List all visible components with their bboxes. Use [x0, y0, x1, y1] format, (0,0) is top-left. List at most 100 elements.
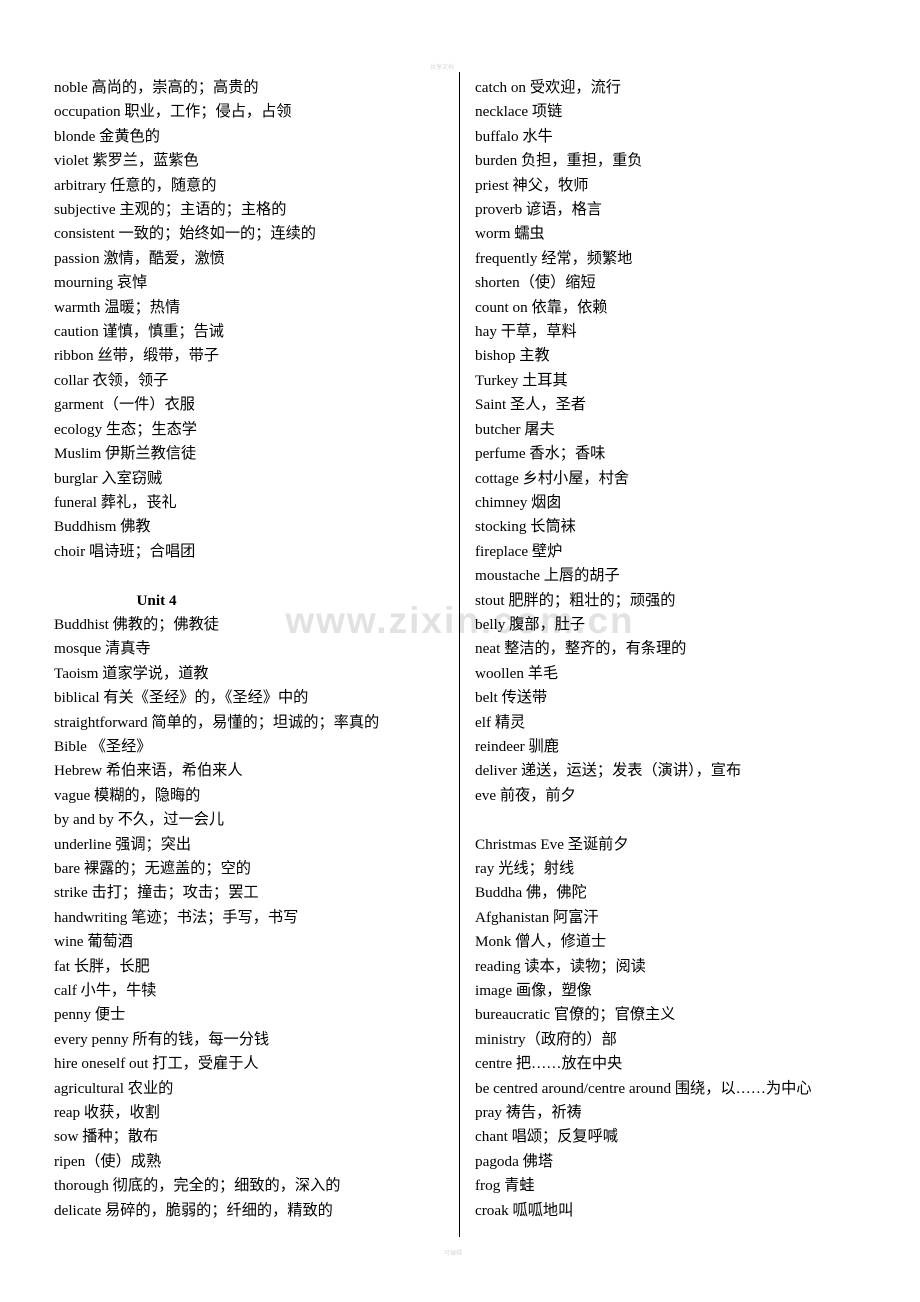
vocab-entry: calf 小牛，牛犊 — [54, 982, 157, 1000]
vocab-entry: be centred around/centre around 围绕，以……为中… — [475, 1079, 812, 1097]
vocab-entry: chimney 烟囱 — [475, 493, 562, 511]
vocab-entry: fireplace 壁炉 — [475, 542, 563, 560]
vocab-entry: count on 依靠，依赖 — [475, 298, 608, 316]
right-column: catch on 受欢迎，流行 necklace 项链 buffalo 水牛 b… — [475, 76, 915, 1223]
vocab-entry: garment（一件）衣服 — [54, 396, 195, 414]
unit-heading: Unit 4 — [136, 591, 177, 609]
vocab-entry: reap 收获，收割 — [54, 1104, 160, 1122]
vocab-entry: Muslim 伊斯兰教信徒 — [54, 445, 197, 463]
vocab-entry: shorten（使）缩短 — [475, 274, 596, 292]
vocab-entry: belly 腹部，肚子 — [475, 615, 586, 633]
vocab-entry: image 画像，塑像 — [475, 982, 592, 1000]
vocab-entry: wine 葡萄酒 — [54, 933, 133, 951]
vocab-entry: eve 前夜，前夕 — [475, 786, 576, 804]
vocab-entry: Buddhist 佛教的；佛教徒 — [54, 615, 219, 633]
vocab-entry: burden 负担，重担，重负 — [475, 152, 643, 170]
vocab-entry: fat 长胖，长肥 — [54, 957, 150, 975]
vocab-entry: subjective 主观的；主语的；主格的 — [54, 201, 287, 219]
vocab-entry: Hebrew 希伯来语，希伯来人 — [54, 762, 243, 780]
vocab-entry: funeral 葬礼，丧礼 — [54, 493, 177, 511]
vocab-entry: occupation 职业，工作；侵占，占领 — [54, 103, 292, 121]
vocab-entry: priest 神父，牧师 — [475, 176, 589, 194]
vocab-entry: deliver 递送，运送；发表（演讲），宣布 — [475, 762, 742, 780]
vocab-entry: pagoda 佛塔 — [475, 1152, 554, 1170]
vocab-entry: Turkey 土耳其 — [475, 371, 568, 389]
vocab-entry: hire oneself out 打工，受雇于人 — [54, 1055, 259, 1073]
watermark-top: 共享文档 — [430, 65, 455, 71]
vocab-entry: frequently 经常，频繁地 — [475, 249, 633, 267]
vocab-entry: stout 肥胖的；粗壮的；顽强的 — [475, 591, 676, 609]
left-column: noble 高尚的，崇高的；高贵的 occupation 职业，工作；侵占，占领… — [54, 76, 449, 1223]
vocab-entry: ecology 生态；生态学 — [54, 420, 197, 438]
vocab-entry: Taoism 道家学说，道教 — [54, 664, 209, 682]
vocab-entry: thorough 彻底的，完全的；细致的，深入的 — [54, 1177, 341, 1195]
watermark-bottom: 可编辑 — [444, 1251, 463, 1257]
vocab-entry: vague 模糊的，隐晦的 — [54, 786, 201, 804]
vocab-entry: butcher 屠夫 — [475, 420, 555, 438]
vocab-entry: reindeer 驯鹿 — [475, 737, 559, 755]
vocab-entry: ribbon 丝带，缎带，带子 — [54, 347, 219, 365]
vocab-entry: warmth 温暖；热情 — [54, 298, 181, 316]
vocab-entry: strike 击打；撞击；攻击；罢工 — [54, 884, 259, 902]
vocab-entry: Monk 僧人，修道士 — [475, 933, 607, 951]
vocab-entry: buffalo 水牛 — [475, 127, 553, 145]
vocab-entry: mosque 清真寺 — [54, 640, 151, 658]
vocab-entry: Bible 《圣经》 — [54, 737, 152, 755]
vocab-entry: Christmas Eve 圣诞前夕 — [475, 835, 629, 853]
vocab-entry: pray 祷告，祈祷 — [475, 1104, 582, 1122]
vocab-entry: handwriting 笔迹；书法；手写，书写 — [54, 908, 299, 926]
vocab-entry: Afghanistan 阿富汗 — [475, 908, 599, 926]
vocab-entry: straightforward 简单的，易懂的；坦诚的；率真的 — [54, 713, 380, 731]
vocab-entry: ministry（政府的）部 — [475, 1030, 617, 1048]
vocab-entry: perfume 香水；香味 — [475, 445, 606, 463]
vocab-entry: violet 紫罗兰，蓝紫色 — [54, 152, 199, 170]
vocab-entry: by and by 不久，过一会儿 — [54, 811, 225, 829]
vocab-entry: cottage 乡村小屋，村舍 — [475, 469, 629, 487]
vocab-entry: reading 读本，读物；阅读 — [475, 957, 646, 975]
vocab-entry: arbitrary 任意的，随意的 — [54, 176, 217, 194]
vocab-entry: proverb 谚语，格言 — [475, 201, 602, 219]
vocab-entry: woollen 羊毛 — [475, 664, 559, 682]
vocab-entry: necklace 项链 — [475, 103, 563, 121]
vocab-entry: catch on 受欢迎，流行 — [475, 79, 621, 96]
vocab-entry: moustache 上唇的胡子 — [475, 567, 620, 585]
vocab-entry: consistent 一致的；始终如一的；连续的 — [54, 225, 316, 243]
vocab-entry: choir 唱诗班；合唱团 — [54, 542, 196, 560]
vocab-entry: agricultural 农业的 — [54, 1079, 174, 1097]
vocab-entry: belt 传送带 — [475, 689, 548, 707]
vocab-entry: frog 青蛙 — [475, 1177, 535, 1195]
vocab-entry: collar 衣领，领子 — [54, 371, 169, 389]
vocab-entry: bare 裸露的；无遮盖的；空的 — [54, 859, 251, 877]
vocab-entry: hay 干草，草料 — [475, 323, 577, 341]
vocab-entry: stocking 长筒袜 — [475, 518, 576, 536]
vocab-entry: penny 便士 — [54, 1006, 126, 1024]
vocab-entry: Buddha 佛，佛陀 — [475, 884, 587, 902]
column-divider — [459, 72, 460, 1237]
vocab-entry: passion 激情，酷爱，激愤 — [54, 249, 225, 267]
vocab-entry: sow 播种；散布 — [54, 1128, 159, 1146]
vocab-entry: croak 呱呱地叫 — [475, 1201, 574, 1219]
vocab-entry: chant 唱颂；反复呼喊 — [475, 1128, 618, 1146]
vocab-entry: caution 谨慎，慎重；告诫 — [54, 323, 224, 341]
vocab-entry: ray 光线；射线 — [475, 859, 575, 877]
vocab-entry: bishop 主教 — [475, 347, 550, 365]
vocab-entry: Saint 圣人，圣者 — [475, 396, 586, 414]
vocab-entry: biblical 有关《圣经》的，《圣经》中的 — [54, 689, 309, 707]
vocab-entry: elf 精灵 — [475, 713, 526, 731]
vocab-entry: delicate 易碎的，脆弱的；纤细的，精致的 — [54, 1201, 333, 1219]
vocab-entry: centre 把……放在中央 — [475, 1055, 623, 1073]
vocab-entry: ripen（使）成熟 — [54, 1152, 162, 1170]
vocab-entry: underline 强调；突出 — [54, 835, 192, 853]
vocab-entry: bureaucratic 官僚的；官僚主义 — [475, 1006, 676, 1024]
vocab-entry: mourning 哀悼 — [54, 274, 148, 292]
document-page: 共享文档 www.zixin.com.cn 可编辑 noble 高尚的，崇高的；… — [0, 0, 920, 1302]
vocab-entry: every penny 所有的钱，每一分钱 — [54, 1030, 270, 1048]
vocab-entry: blonde 金黄色的 — [54, 127, 160, 145]
vocab-entry: worm 蠕虫 — [475, 225, 545, 243]
vocab-entry: neat 整洁的，整齐的，有条理的 — [475, 640, 687, 658]
vocab-entry: noble 高尚的，崇高的；高贵的 — [54, 79, 259, 96]
vocab-entry: burglar 入室窃贼 — [54, 469, 163, 487]
vocab-entry: Buddhism 佛教 — [54, 518, 151, 536]
